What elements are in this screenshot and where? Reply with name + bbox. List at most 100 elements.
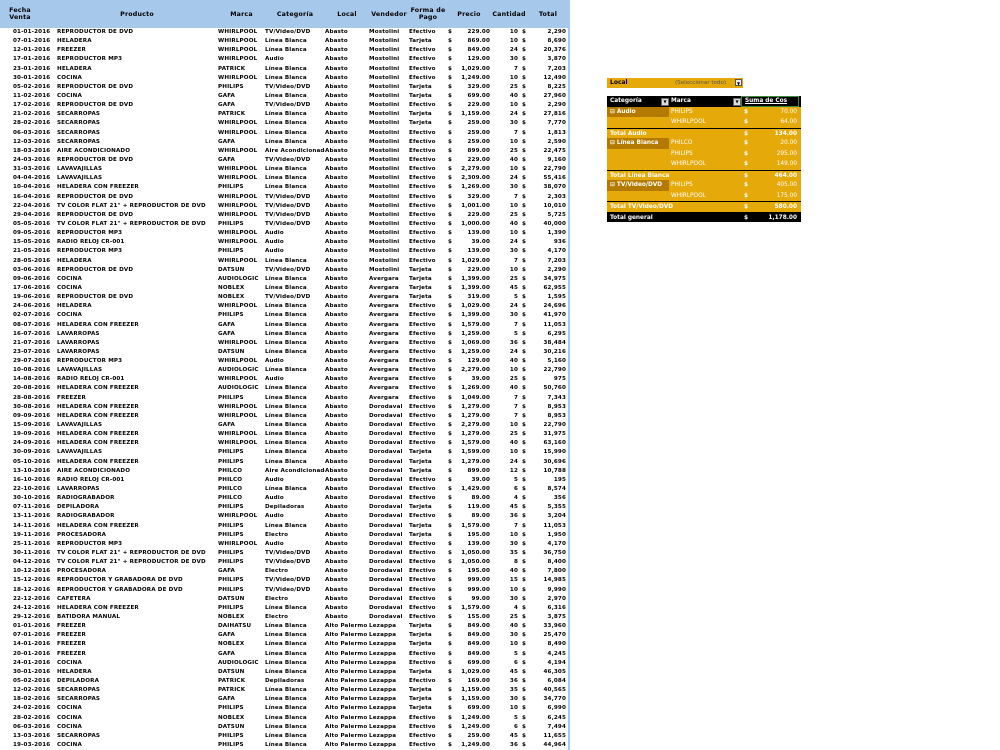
cell-price: 1,159.00 bbox=[461, 111, 490, 118]
cell-price: 849.00 bbox=[467, 47, 490, 54]
cell-date: 25-11-2016 bbox=[13, 540, 51, 547]
column-header-date[interactable]: Fecha Venta bbox=[0, 0, 40, 28]
column-header-vend[interactable]: Vendedor bbox=[369, 0, 409, 28]
cell-total: 30,216 bbox=[543, 348, 566, 355]
column-header-local[interactable]: Local bbox=[325, 0, 369, 28]
chevron-down-icon[interactable]: ▼ bbox=[661, 98, 669, 106]
table-row: 23-07-2016 LAVARROPAS DATSUN Línea Blanca Ab… bbox=[0, 348, 568, 357]
cell-date: 02-07-2016 bbox=[13, 312, 51, 319]
cell-vend: Mostolini bbox=[369, 230, 400, 237]
pivot-cell-category[interactable]: Total general bbox=[607, 213, 741, 224]
cell-date: 19-09-2016 bbox=[13, 431, 51, 438]
column-header-total[interactable]: Total bbox=[528, 0, 568, 28]
table-row: 12-03-2016 SECARROPAS GAFA Línea Blanca Abas… bbox=[0, 138, 568, 147]
cell-date: 24-12-2016 bbox=[13, 604, 51, 611]
cell-qty: 7 bbox=[513, 257, 518, 264]
cell-price: 999.00 bbox=[467, 586, 490, 593]
pivot-filter-dropdown[interactable]: ▼ bbox=[735, 78, 743, 88]
cell-local: Abasto bbox=[325, 138, 348, 145]
cell-price: 1,159.00 bbox=[461, 696, 490, 703]
cell-price: 1,029.00 bbox=[461, 303, 490, 310]
cell-vend: Mostolini bbox=[369, 257, 400, 264]
cell-qty: 7 bbox=[513, 129, 518, 136]
cell-pago: Efectivo bbox=[409, 412, 436, 419]
cell-local: Alto Palermo bbox=[325, 696, 368, 703]
cell-cat: TV/Video/DVD bbox=[265, 83, 311, 90]
cell-total: 22,790 bbox=[543, 166, 566, 173]
pivot-row: WHIRLPOOL $64.00 bbox=[607, 117, 801, 128]
chevron-down-icon[interactable]: ▼ bbox=[735, 79, 742, 86]
cell-cat: Electro bbox=[265, 595, 289, 602]
chevron-down-icon[interactable]: ▼ bbox=[733, 98, 741, 106]
cell-vend: Lezappa bbox=[369, 668, 397, 675]
cell-local: Abasto bbox=[325, 147, 348, 154]
cell-date: 10-04-2016 bbox=[13, 184, 51, 191]
cell-date: 09-09-2016 bbox=[13, 412, 51, 419]
cell-cat: TV/Video/DVD bbox=[265, 266, 311, 273]
column-header-cant[interactable]: Cantidad bbox=[492, 0, 525, 28]
currency-symbol: $ bbox=[743, 140, 749, 146]
cell-pago: Efectivo bbox=[409, 741, 436, 748]
pivot-header-marca[interactable]: Marca bbox=[669, 96, 741, 107]
cell-date: 09-05-2016 bbox=[13, 230, 51, 237]
cell-price: 1,579.00 bbox=[461, 440, 490, 447]
cell-cat: Línea Blanca bbox=[265, 367, 307, 374]
pivot-cell-category[interactable]: ⊟ Audio bbox=[607, 106, 669, 117]
table-row: 16-10-2016 RADIO RELOJ CR-001 PHILCO Audio A… bbox=[0, 476, 568, 485]
table-row: 05-05-2016 TV COLOR FLAT 21" + REPRODUCTO… bbox=[0, 220, 568, 229]
cell-qty: 24 bbox=[509, 303, 518, 310]
cell-price: 259.00 bbox=[467, 129, 490, 136]
column-header-prod[interactable]: Producto bbox=[57, 0, 217, 28]
cell-date: 22-10-2016 bbox=[13, 486, 51, 493]
table-row: 18-12-2016 REPRODUCTOR Y GRABADORA DE DVD… bbox=[0, 586, 568, 595]
cell-prod: SECARROPAS bbox=[57, 687, 101, 694]
pivot-header-category[interactable]: Categoría bbox=[607, 96, 669, 107]
cell-vend: Mostolini bbox=[369, 138, 400, 145]
cell-local: Abasto bbox=[325, 321, 348, 328]
column-header-precio[interactable]: Precio bbox=[448, 0, 490, 28]
cell-price: 1,259.00 bbox=[461, 348, 490, 355]
cell-pago: Efectivo bbox=[409, 248, 436, 255]
cell-total: 5,355 bbox=[547, 504, 566, 511]
cell-qty: 10 bbox=[509, 367, 518, 374]
cell-vend: Lezappa bbox=[369, 714, 397, 721]
cell-qty: 30 bbox=[509, 120, 518, 127]
cell-total: 6,084 bbox=[547, 677, 566, 684]
column-header-marca[interactable]: Marca bbox=[218, 0, 265, 28]
cell-qty: 25 bbox=[509, 614, 518, 620]
pivot-filter-value[interactable]: (Seleccionar todo) bbox=[672, 78, 735, 88]
cell-qty: 10 bbox=[509, 266, 518, 273]
table-row: 07-01-2016 HELADERA WHIRLPOOL Línea Blanca A… bbox=[0, 37, 568, 46]
cell-pago: Efectivo bbox=[409, 595, 436, 602]
cell-price: 39.00 bbox=[471, 476, 490, 483]
cell-total: 6,316 bbox=[547, 604, 566, 611]
pivot-cell-category[interactable]: ⊟ Línea Blanca bbox=[607, 138, 669, 149]
cell-price: 139.00 bbox=[467, 248, 490, 255]
table-row: 24-03-2016 REPRODUCTOR DE DVD GAFA TV/Video… bbox=[0, 156, 568, 165]
cell-qty: 36 bbox=[509, 677, 518, 684]
pivot-header-value[interactable]: Suma de Cos bbox=[741, 96, 799, 107]
cell-pago: Efectivo bbox=[409, 568, 436, 575]
cell-pago: Efectivo bbox=[409, 166, 436, 173]
cell-qty: 40 bbox=[509, 385, 518, 392]
table-row: 18-03-2016 AIRE ACONDICIONADO WHIRLPOOL Air… bbox=[0, 147, 568, 156]
cell-local: Abasto bbox=[325, 531, 348, 538]
cell-vend: Dorodaval bbox=[369, 550, 403, 557]
cell-prod: HELADERA CON FREEZER bbox=[57, 522, 139, 529]
cell-vend: Mostolini bbox=[369, 166, 400, 173]
cell-price: 849.00 bbox=[467, 623, 490, 630]
cell-pago: Efectivo bbox=[409, 303, 436, 310]
column-header-cat[interactable]: Categoría bbox=[265, 0, 325, 28]
pivot-cell-category[interactable]: ⊟ TV/Video/DVD bbox=[607, 180, 669, 191]
cell-local: Abasto bbox=[325, 266, 348, 273]
cell-local: Abasto bbox=[325, 348, 348, 355]
column-header-pago[interactable]: Forma de Pago bbox=[409, 0, 447, 28]
cell-qty: 10 bbox=[509, 705, 518, 712]
cell-cat: TV/Video/DVD bbox=[265, 220, 311, 227]
cell-prod: RADIO RELOJ CR-001 bbox=[57, 239, 125, 246]
cell-marca: PHILIPS bbox=[218, 312, 244, 319]
cell-prod: HELADERA CON FREEZER bbox=[57, 440, 139, 447]
table-row: 10-04-2016 HELADERA CON FREEZER PHILIPS Lín… bbox=[0, 183, 568, 192]
cell-prod: HELADERA bbox=[57, 257, 92, 264]
cell-cat: Línea Blanca bbox=[265, 412, 307, 419]
